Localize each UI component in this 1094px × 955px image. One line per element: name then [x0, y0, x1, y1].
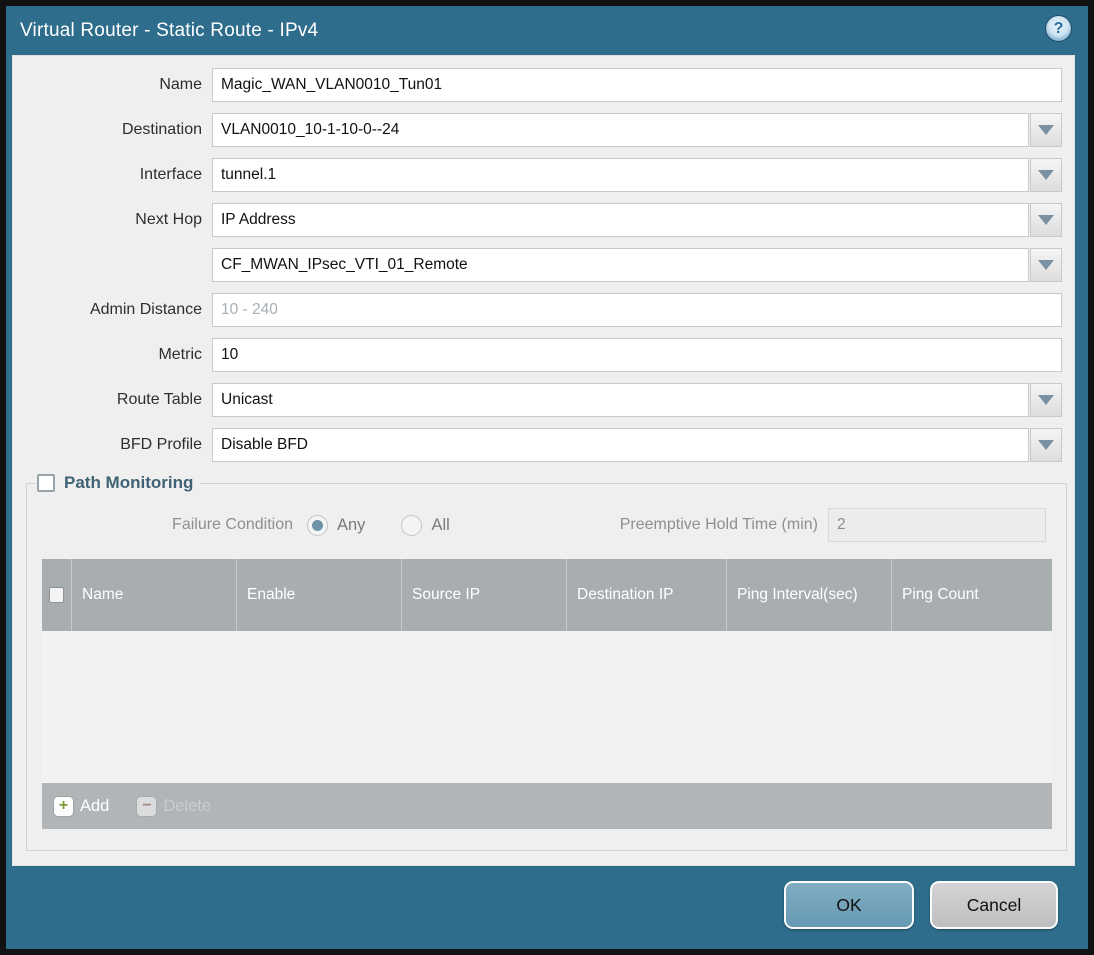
radio-selected-dot — [312, 519, 323, 531]
dialog-window: Virtual Router - Static Route - IPv4 ? N… — [6, 6, 1088, 949]
destination-dropdown-button[interactable] — [1030, 113, 1062, 147]
add-icon[interactable]: + — [54, 796, 73, 816]
column-header-ping-interval[interactable]: Ping Interval(sec) — [727, 559, 892, 631]
failure-condition-all-label: All — [431, 515, 450, 534]
failure-condition-label: Failure Condition — [172, 516, 293, 533]
interface-dropdown-button[interactable] — [1030, 158, 1062, 192]
delete-icon: − — [137, 796, 157, 816]
next-hop-type-dropdown-button[interactable] — [1030, 203, 1062, 237]
column-header-enable[interactable]: Enable — [237, 559, 402, 631]
failure-condition-all-radio[interactable] — [401, 514, 423, 536]
table-header: Name Enable Source IP Destination IP Pin… — [42, 559, 1052, 631]
next-hop-label: Next Hop — [135, 211, 202, 228]
destination-label: Destination — [121, 121, 202, 138]
interface-label: Interface — [139, 166, 202, 183]
metric-input[interactable] — [212, 338, 1062, 372]
next-hop-address-dropdown-button[interactable] — [1030, 248, 1062, 282]
path-monitoring-table: Name Enable Source IP Destination IP Pin… — [42, 559, 1052, 829]
field-row-bfd-profile: BFD Profile — [13, 428, 1074, 462]
select-all-header-cell — [42, 559, 72, 631]
path-monitoring-legend: Path Monitoring — [35, 473, 200, 493]
failure-condition-any-label: Any — [337, 515, 366, 534]
column-header-ping-count[interactable]: Ping Count — [892, 559, 1052, 631]
admin-distance-label: Admin Distance — [89, 301, 202, 318]
metric-label: Metric — [158, 346, 202, 363]
delete-button: Delete — [163, 796, 212, 815]
bfd-profile-input[interactable] — [212, 428, 1029, 462]
field-row-interface: Interface — [13, 158, 1074, 192]
next-hop-address-input[interactable] — [212, 248, 1029, 282]
title-bar: Virtual Router - Static Route - IPv4 ? — [6, 6, 1088, 55]
field-row-admin-distance: Admin Distance — [13, 293, 1074, 327]
failure-condition-row: Failure Condition Any All Preemptive Hol… — [27, 507, 1046, 543]
next-hop-address-label — [13, 248, 212, 282]
route-table-label: Route Table — [116, 391, 202, 408]
column-header-source-ip[interactable]: Source IP — [402, 559, 567, 631]
chevron-down-icon — [1038, 170, 1054, 180]
table-toolbar: + Add − Delete — [42, 783, 1052, 829]
field-row-name: Name — [13, 68, 1074, 102]
dialog-footer-buttons: OK Cancel — [784, 881, 1058, 929]
cancel-button[interactable]: Cancel — [930, 881, 1058, 929]
ok-button[interactable]: OK — [784, 881, 914, 929]
chevron-down-icon — [1038, 440, 1054, 450]
bfd-profile-dropdown-button[interactable] — [1030, 428, 1062, 462]
field-row-metric: Metric — [13, 338, 1074, 372]
field-row-next-hop: Next Hop — [13, 203, 1074, 237]
admin-distance-input[interactable] — [212, 293, 1062, 327]
preemptive-hold-time-input — [828, 508, 1046, 542]
destination-input[interactable] — [212, 113, 1029, 147]
name-label: Name — [159, 76, 202, 93]
preemptive-hold-time-label: Preemptive Hold Time (min) — [619, 516, 818, 533]
route-table-input[interactable] — [212, 383, 1029, 417]
chevron-down-icon — [1038, 395, 1054, 405]
path-monitoring-section: Path Monitoring Failure Condition Any Al… — [26, 473, 1067, 851]
dialog-title: Virtual Router - Static Route - IPv4 — [20, 19, 319, 41]
table-body-empty — [42, 631, 1052, 783]
failure-condition-any-radio[interactable] — [307, 514, 328, 536]
help-icon[interactable]: ? — [1045, 15, 1072, 42]
add-button[interactable]: Add — [80, 797, 109, 816]
select-all-checkbox[interactable] — [49, 587, 64, 603]
field-row-next-hop-address — [13, 248, 1074, 282]
interface-input[interactable] — [212, 158, 1029, 192]
chevron-down-icon — [1038, 215, 1054, 225]
field-row-route-table: Route Table — [13, 383, 1074, 417]
chevron-down-icon — [1038, 260, 1054, 270]
chevron-down-icon — [1038, 125, 1054, 135]
name-input[interactable] — [212, 68, 1062, 102]
path-monitoring-title: Path Monitoring — [64, 473, 194, 492]
path-monitoring-checkbox[interactable] — [37, 474, 55, 492]
form-panel: Name Destination Interface — [12, 55, 1075, 866]
route-table-dropdown-button[interactable] — [1030, 383, 1062, 417]
bfd-profile-label: BFD Profile — [120, 436, 202, 453]
column-header-destination-ip[interactable]: Destination IP — [567, 559, 727, 631]
next-hop-type-input[interactable] — [212, 203, 1029, 237]
column-header-name[interactable]: Name — [72, 559, 237, 631]
field-row-destination: Destination — [13, 113, 1074, 147]
